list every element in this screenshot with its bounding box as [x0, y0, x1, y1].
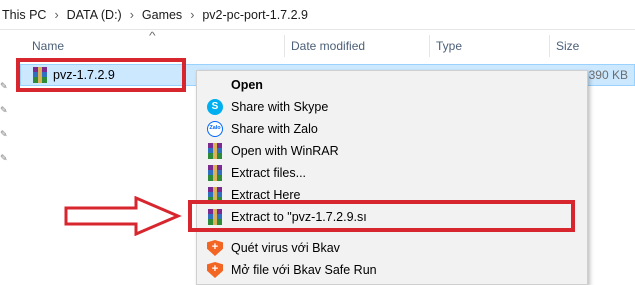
annotation-box-extract-to [188, 200, 575, 232]
menu-item-label: Open with WinRAR [231, 144, 339, 158]
bkav-shield-icon: + [207, 240, 223, 256]
breadcrumb: This PC › DATA (D:) › Games › pv2-pc-por… [0, 0, 635, 30]
menu-item-label: Open [231, 78, 263, 92]
breadcrumb-this-pc[interactable]: This PC [2, 8, 46, 22]
menu-item-label: Share with Zalo [231, 122, 318, 136]
winrar-icon [207, 143, 223, 159]
column-divider[interactable] [284, 35, 285, 57]
breadcrumb-data-drive[interactable]: DATA (D:) [67, 8, 122, 22]
menu-item-share-zalo[interactable]: Zalo Share with Zalo [197, 118, 587, 140]
menu-item-open[interactable]: Open [197, 74, 587, 96]
menu-item-label: Extract files... [231, 166, 307, 180]
sort-ascending-icon: ^ [149, 31, 156, 42]
annotation-box-file [16, 58, 186, 92]
menu-item-label: Mở file với Bkav Safe Run [231, 263, 377, 277]
menu-item-share-skype[interactable]: S Share with Skype [197, 96, 587, 118]
zalo-icon: Zalo [207, 121, 223, 137]
chevron-right-icon[interactable]: › [130, 8, 134, 22]
skype-icon: S [207, 99, 223, 115]
chevron-right-icon[interactable]: › [190, 8, 194, 22]
column-name[interactable]: Name [32, 39, 64, 53]
column-date-modified[interactable]: Date modified [291, 39, 365, 53]
column-divider[interactable] [429, 35, 430, 57]
menu-item-bkav-safe-run[interactable]: + Mở file với Bkav Safe Run [197, 259, 587, 281]
chevron-right-icon[interactable]: › [54, 8, 58, 22]
column-type[interactable]: Type [436, 39, 462, 53]
annotation-arrow-icon [64, 196, 182, 236]
menu-item-label: Quét virus với Bkav [231, 241, 340, 255]
menu-item-label: Share with Skype [231, 100, 329, 114]
pin-icon: ✎ [0, 129, 8, 139]
pin-icon: ✎ [0, 105, 8, 115]
winrar-icon [207, 165, 223, 181]
column-size[interactable]: Size [556, 39, 579, 53]
menu-item-scan-bkav[interactable]: + Quét virus với Bkav [197, 237, 587, 259]
breadcrumb-current-folder[interactable]: pv2-pc-port-1.7.2.9 [202, 8, 308, 22]
menu-item-open-winrar[interactable]: Open with WinRAR [197, 140, 587, 162]
pin-icon: ✎ [0, 153, 8, 163]
breadcrumb-games[interactable]: Games [142, 8, 182, 22]
pin-icon: ✎ [0, 81, 8, 91]
menu-item-extract-files[interactable]: Extract files... [197, 162, 587, 184]
context-menu: Open S Share with Skype Zalo Share with … [196, 70, 588, 285]
column-header: ^ Name Date modified Type Size [0, 31, 635, 59]
bkav-shield-icon: + [207, 262, 223, 278]
column-divider[interactable] [549, 35, 550, 57]
